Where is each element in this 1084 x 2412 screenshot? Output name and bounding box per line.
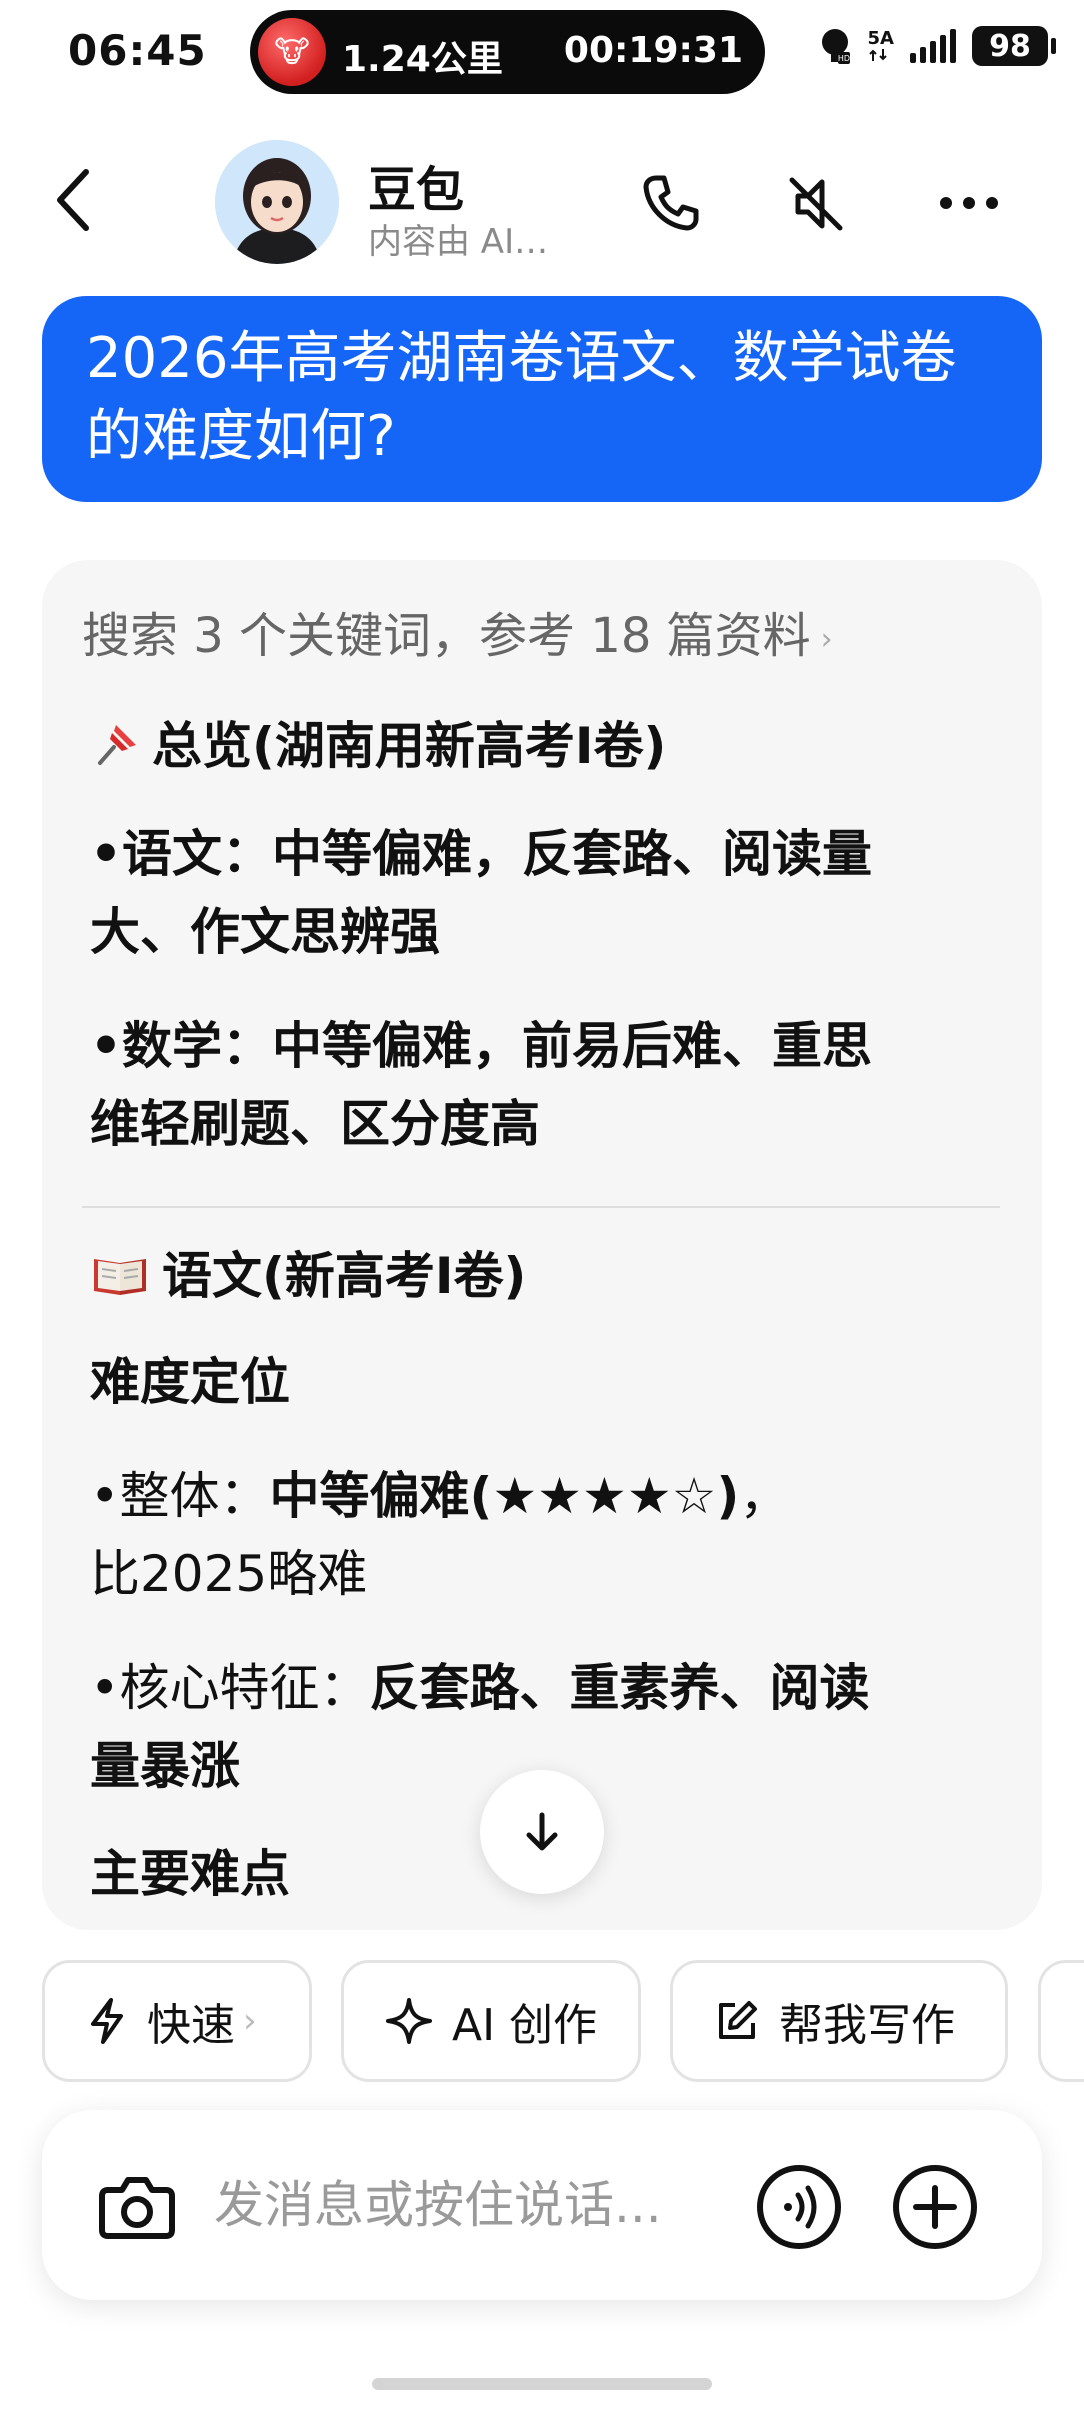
- signal-icon: [910, 29, 956, 63]
- bot-subtitle: 内容由 AI…: [368, 222, 549, 262]
- chip-help-write[interactable]: 帮我写作: [670, 1960, 1008, 2082]
- overview-heading: 总览(湖南用新高考Ⅰ卷): [90, 710, 1030, 782]
- alarm-icon: HD: [821, 29, 850, 64]
- network-label: 5A: [867, 28, 894, 49]
- section-divider: [82, 1206, 1000, 1208]
- overall-line2: 比2025略难: [90, 1545, 368, 1603]
- bot-avatar[interactable]: [215, 140, 339, 264]
- overview-math-line2: 维轻刷题、区分度高: [90, 1095, 540, 1153]
- dynamic-island[interactable]: 🐮 1.24公里 00:19:31: [250, 10, 765, 94]
- overall-line1: •整体：中等偏难(★★★★☆)，: [90, 1467, 790, 1525]
- chinese-section-heading: 语文(新高考Ⅰ卷): [90, 1240, 1030, 1312]
- mute-icon[interactable]: [780, 168, 850, 238]
- chevron-right-icon: ›: [243, 2001, 257, 2041]
- book-icon: [90, 1240, 162, 1312]
- search-summary[interactable]: 搜索 3 个关键词，参考 18 篇资料 ›: [82, 596, 833, 666]
- bot-name: 豆包: [368, 162, 465, 218]
- edit-icon: [719, 2001, 757, 2039]
- answer-card: 搜索 3 个关键词，参考 18 篇资料 › 总览(湖南用新高考Ⅰ卷) •语文：中等…: [42, 560, 1042, 1930]
- more-icon[interactable]: [934, 168, 1004, 238]
- overview-chinese-line1: •语文：中等偏难，反套路、阅读量: [90, 825, 872, 883]
- back-icon[interactable]: [44, 160, 104, 240]
- chip-ai-create[interactable]: AI 创作: [341, 1960, 641, 2082]
- arrow-down-icon: [526, 1812, 558, 1851]
- overview-chinese-line2: 大、作文思辨强: [90, 903, 440, 961]
- svg-text:HD: HD: [837, 54, 849, 63]
- input-bar: [42, 2110, 1042, 2300]
- status-indicators: HD 5A 98: [818, 26, 1056, 66]
- user-message-bubble[interactable]: 2026年高考湖南卷语文、数学试卷的难度如何?: [42, 296, 1042, 502]
- pin-icon: [90, 710, 152, 782]
- status-time: 06:45: [68, 26, 207, 75]
- core-line1: •核心特征：反套路、重素养、阅读: [90, 1659, 870, 1717]
- island-duration: 00:19:31: [563, 30, 743, 71]
- difficulty-heading: 难度定位: [90, 1353, 290, 1411]
- plus-icon[interactable]: [890, 2162, 980, 2252]
- phone-icon[interactable]: [636, 168, 706, 238]
- battery-indicator: 98: [972, 26, 1056, 66]
- chip-fast-mode[interactable]: 快速 ›: [42, 1960, 312, 2082]
- home-indicator[interactable]: [372, 2378, 712, 2390]
- lightning-icon: [91, 1998, 123, 2044]
- voice-icon[interactable]: [754, 2162, 844, 2252]
- sparkle-icon: [386, 1998, 432, 2044]
- message-input[interactable]: [214, 2162, 754, 2248]
- chevron-right-icon: ›: [820, 621, 833, 657]
- island-app-icon: 🐮: [258, 18, 326, 86]
- search-summary-text: 搜索 3 个关键词，参考 18 篇资料: [82, 608, 811, 664]
- data-arrows-icon: [868, 49, 887, 61]
- island-distance: 1.24公里: [342, 39, 503, 80]
- camera-icon[interactable]: [94, 2164, 180, 2250]
- chip-more[interactable]: [1038, 1960, 1084, 2082]
- scroll-down-button[interactable]: [480, 1770, 604, 1894]
- overview-math-line1: •数学：中等偏难，前易后难、重思: [90, 1017, 872, 1075]
